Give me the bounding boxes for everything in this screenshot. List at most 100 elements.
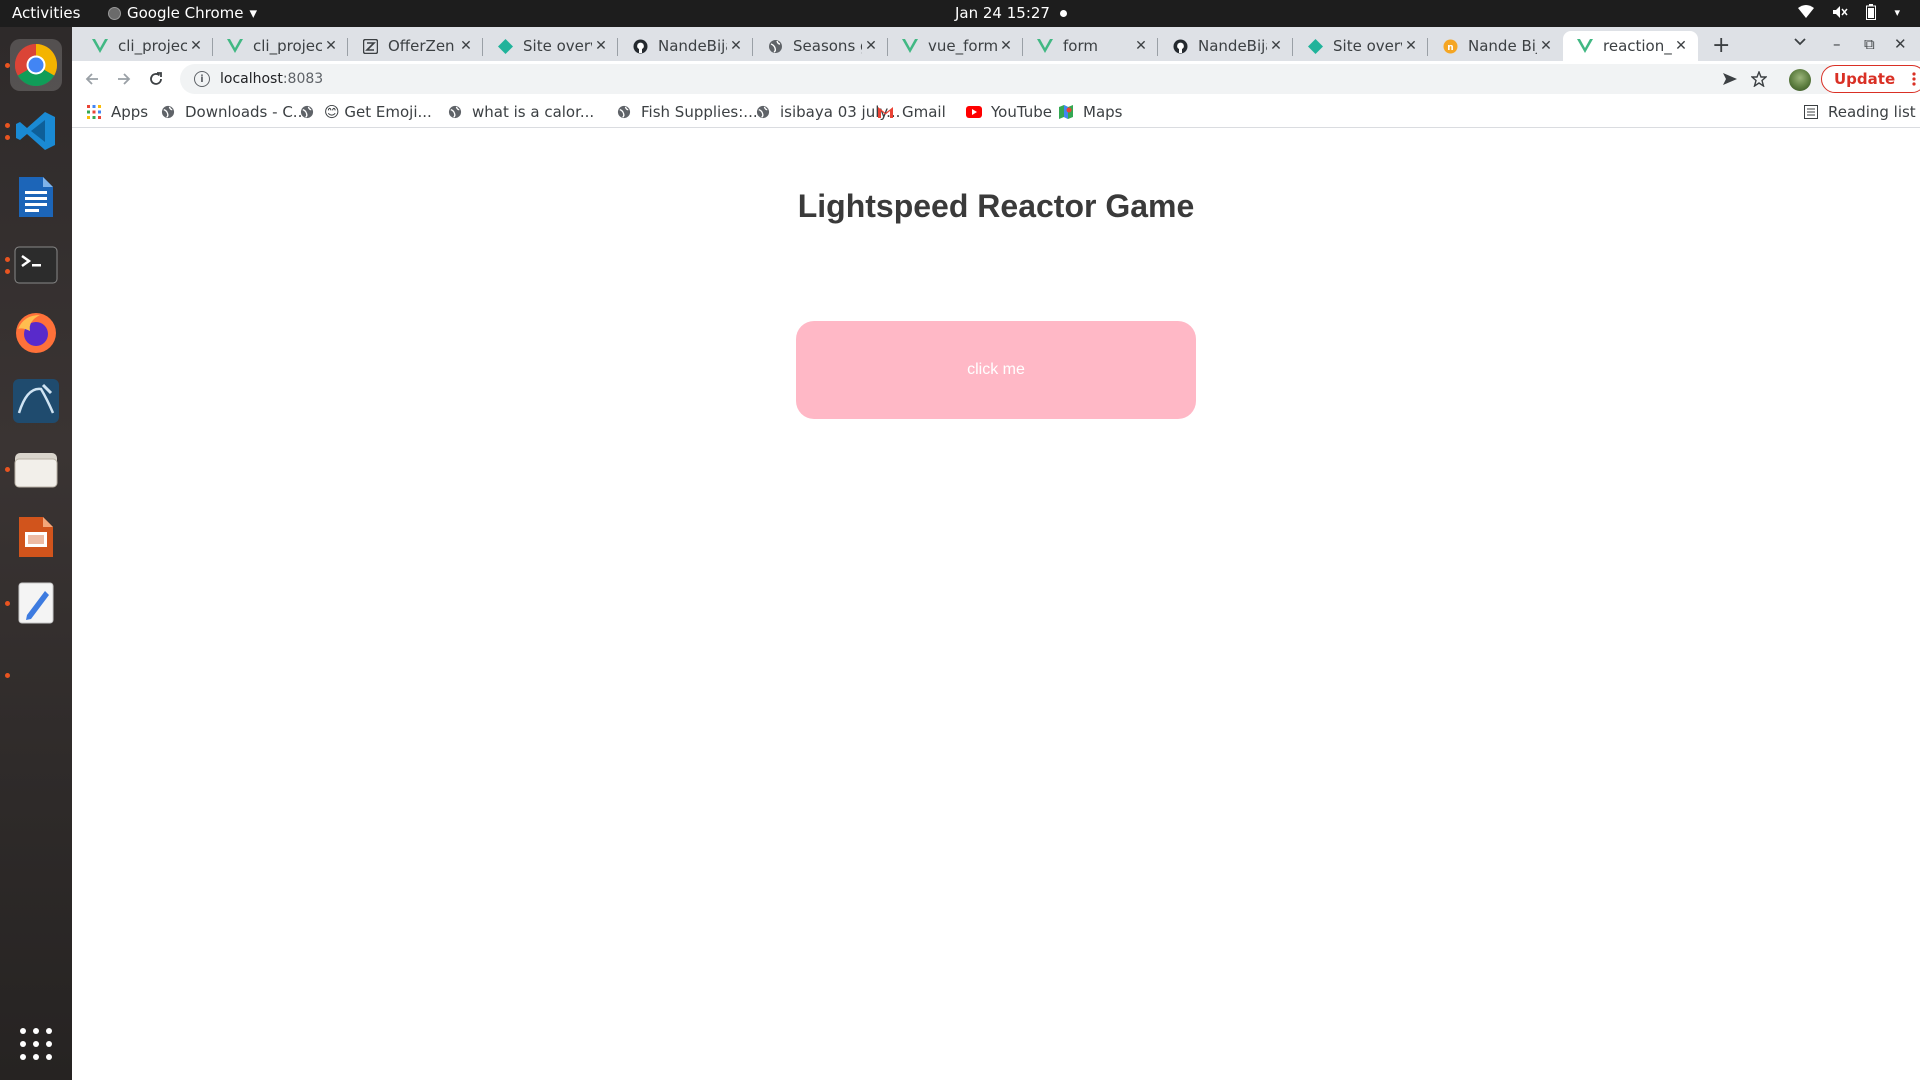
- vue-icon: [1037, 38, 1053, 54]
- bookmark-item[interactable]: Downloads - C...: [160, 103, 307, 121]
- new-tab-button[interactable]: +: [1712, 33, 1730, 58]
- close-tab-icon[interactable]: ✕: [1267, 38, 1285, 54]
- bookmark-label: YouTube: [991, 103, 1052, 121]
- volume-muted-icon: [1833, 6, 1849, 18]
- tab-title: cli_project: [118, 37, 187, 55]
- github-icon: [632, 38, 648, 54]
- clock[interactable]: Jan 24 15:27: [955, 4, 1067, 22]
- terminal-icon: [14, 246, 58, 284]
- browser-tab[interactable]: NandeBija ✕: [618, 31, 753, 61]
- click-me-button[interactable]: click me: [796, 321, 1196, 419]
- address-bar[interactable]: i localhost:8083: [180, 64, 1840, 94]
- tab-search-chevron-icon[interactable]: [1793, 35, 1807, 49]
- update-button[interactable]: Update: [1821, 65, 1920, 93]
- globe-icon: [616, 104, 632, 120]
- dock-files[interactable]: [10, 443, 62, 495]
- bookmark-item[interactable]: 😊 Get Emoji...: [299, 103, 432, 121]
- tab-title: vue_forms: [928, 37, 997, 55]
- dock-impress[interactable]: [10, 511, 62, 563]
- gmail-icon: [877, 104, 893, 120]
- notification-dot-icon: [1059, 9, 1067, 17]
- running-indicator: [5, 269, 10, 274]
- tab-title: form: [1063, 37, 1098, 55]
- close-tab-icon[interactable]: ✕: [187, 38, 205, 54]
- dock-terminal[interactable]: [10, 239, 62, 291]
- bookmark-label: 😊 Get Emoji...: [324, 103, 432, 121]
- app-menu[interactable]: Google Chrome ▾: [108, 4, 257, 22]
- system-tray[interactable]: ▾: [1798, 4, 1900, 20]
- bookmark-item[interactable]: YouTube: [966, 103, 1052, 121]
- bookmark-apps[interactable]: Apps: [86, 103, 148, 121]
- browser-tab[interactable]: reaction_t ✕: [1563, 31, 1698, 61]
- reading-list-icon: [1803, 104, 1819, 120]
- close-tab-icon[interactable]: ✕: [997, 38, 1015, 54]
- gnome-top-bar: Activities Google Chrome ▾ Jan 24 15:27 …: [0, 0, 1920, 27]
- url-text: localhost:8083: [220, 71, 324, 87]
- running-indicator: [5, 135, 10, 140]
- writer-icon: [19, 177, 53, 217]
- back-arrow-icon: [85, 73, 98, 85]
- browser-tab[interactable]: Seasons gi✕: [753, 31, 888, 61]
- site-info-icon[interactable]: i: [194, 71, 210, 87]
- bookmark-item[interactable]: Maps: [1058, 103, 1122, 121]
- bookmark-label: Fish Supplies:...: [641, 103, 758, 121]
- dock-text-editor[interactable]: [10, 577, 62, 629]
- close-tab-icon[interactable]: ✕: [322, 38, 340, 54]
- browser-tab[interactable]: Site overvi✕: [483, 31, 618, 61]
- bookmark-item[interactable]: what is a calor...: [447, 103, 594, 121]
- dock-chrome[interactable]: [10, 39, 62, 91]
- close-tab-icon[interactable]: ✕: [1132, 38, 1150, 54]
- close-window-icon[interactable]: ✕: [1894, 35, 1907, 53]
- browser-tab[interactable]: cli_project ✕: [78, 31, 213, 61]
- browser-tab[interactable]: OfferZen ✕: [348, 31, 483, 61]
- browser-tab[interactable]: Site overvi✕: [1293, 31, 1428, 61]
- dock-firefox[interactable]: [10, 307, 62, 359]
- power-menu-icon: ▾: [1894, 5, 1900, 19]
- running-indicator: [5, 601, 10, 606]
- profile-avatar[interactable]: [1789, 69, 1811, 91]
- browser-tab[interactable]: vue_forms✕: [888, 31, 1023, 61]
- forward-button[interactable]: [112, 67, 136, 91]
- reload-button[interactable]: [144, 67, 168, 91]
- apps-grid-icon: [86, 104, 102, 120]
- show-applications-icon[interactable]: [19, 1027, 53, 1065]
- close-tab-icon[interactable]: ✕: [862, 38, 880, 54]
- dock-mysql-workbench[interactable]: [10, 375, 62, 427]
- page-title: Lightspeed Reactor Game: [797, 188, 1195, 224]
- close-tab-icon[interactable]: ✕: [1672, 38, 1690, 54]
- impress-icon: [19, 517, 53, 557]
- browser-tab[interactable]: n Nande Bija✕: [1428, 31, 1563, 61]
- ubuntu-dock: [0, 27, 72, 1080]
- bookmark-star-icon[interactable]: [1751, 71, 1767, 87]
- minimize-icon[interactable]: –: [1833, 35, 1841, 53]
- close-tab-icon[interactable]: ✕: [592, 38, 610, 54]
- dock-vscode[interactable]: [10, 105, 62, 157]
- menu-kebab-icon: [1912, 72, 1916, 90]
- svg-text:n: n: [1447, 43, 1453, 53]
- browser-tab[interactable]: NandeBija ✕: [1158, 31, 1293, 61]
- reading-list-button[interactable]: Reading list: [1803, 103, 1916, 121]
- close-tab-icon[interactable]: ✕: [457, 38, 475, 54]
- bookmark-label: what is a calor...: [472, 103, 595, 121]
- activities-button[interactable]: Activities: [12, 4, 80, 22]
- dock-writer[interactable]: [10, 171, 62, 223]
- close-tab-icon[interactable]: ✕: [1402, 38, 1420, 54]
- bookmark-label: Gmail: [902, 103, 946, 121]
- bookmark-label: Downloads - C...: [185, 103, 308, 121]
- bookmark-item[interactable]: Fish Supplies:...: [616, 103, 758, 121]
- vscode-icon: [16, 112, 55, 150]
- tab-title: NandeBija: [658, 37, 727, 55]
- restore-icon[interactable]: ⧉: [1864, 35, 1875, 53]
- bookmark-item[interactable]: Gmail: [877, 103, 946, 121]
- tab-title: Nande Bija: [1468, 37, 1537, 55]
- reading-list-label: Reading list: [1828, 103, 1916, 121]
- globe-icon: [447, 104, 463, 120]
- browser-tab[interactable]: form ✕: [1023, 31, 1158, 61]
- back-button[interactable]: [80, 67, 104, 91]
- close-tab-icon[interactable]: ✕: [1537, 38, 1555, 54]
- caret-down-icon: ▾: [249, 4, 258, 22]
- browser-tab[interactable]: cli_project ✕: [213, 31, 348, 61]
- close-tab-icon[interactable]: ✕: [727, 38, 745, 54]
- send-tab-icon[interactable]: [1722, 72, 1738, 86]
- update-button-label: Update: [1834, 70, 1896, 88]
